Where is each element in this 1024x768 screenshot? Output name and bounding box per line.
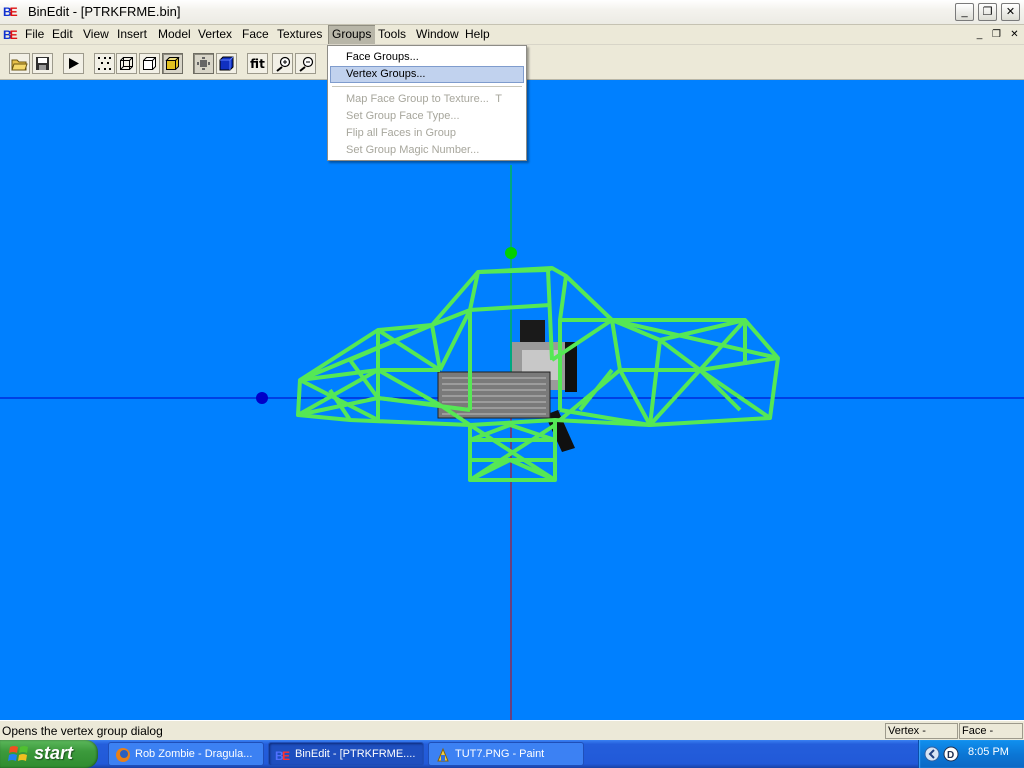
mdi-close-button[interactable]: ✕ — [1007, 28, 1022, 42]
mdi-minimize-button[interactable]: _ — [972, 28, 987, 42]
save-disk-icon — [36, 57, 49, 70]
firefox-icon — [116, 748, 130, 762]
menu-item-set-group-magic-number[interactable]: Set Group Magic Number... — [330, 142, 524, 159]
menu-window[interactable]: Window — [412, 25, 463, 44]
task-button-paint[interactable]: TUT7.PNG - Paint — [428, 742, 584, 766]
task-label: Rob Zombie - Dragula... — [135, 748, 253, 760]
open-button[interactable] — [9, 53, 30, 74]
tray-icons: D — [924, 746, 959, 762]
menu-separator — [332, 86, 522, 87]
task-label: BinEdit - [PTRKFRME.... — [295, 748, 416, 760]
close-button[interactable]: ✕ — [1001, 3, 1020, 21]
groups-menu-dropdown: Face Groups... Vertex Groups... Map Face… — [327, 45, 527, 161]
scene-canvas[interactable] — [0, 80, 1024, 720]
logo-e: E — [9, 28, 18, 42]
start-label: start — [34, 743, 74, 763]
flat-mode-button[interactable] — [139, 53, 160, 74]
menu-item-vertex-groups[interactable]: Vertex Groups... — [330, 66, 524, 83]
3d-viewport[interactable] — [0, 80, 1024, 720]
maximize-button[interactable]: ❐ — [978, 3, 997, 21]
zoom-in-icon — [275, 56, 290, 72]
x-axis-handle[interactable] — [256, 392, 268, 404]
clock: 8:05 PM — [968, 746, 1009, 758]
paint-icon — [437, 747, 449, 762]
menu-file[interactable]: File — [21, 25, 48, 44]
menu-model[interactable]: Model — [154, 25, 195, 44]
solid-cube-icon — [165, 57, 180, 70]
textured-cube-icon — [219, 56, 234, 71]
menu-item-label: Map Face Group to Texture... — [346, 93, 489, 105]
vertices-icon — [98, 57, 111, 70]
status-message: Opens the vertex group dialog — [2, 724, 163, 738]
open-folder-icon — [11, 59, 28, 71]
menu-item-set-group-face-type[interactable]: Set Group Face Type... — [330, 108, 524, 125]
zoom-out-button[interactable] — [295, 53, 316, 74]
menu-item-flip-all-faces-in-group[interactable]: Flip all Faces in Group — [330, 125, 524, 142]
task-button-binedit[interactable]: BE BinEdit - [PTRKFRME.... — [268, 742, 424, 766]
task-button-firefox[interactable]: Rob Zombie - Dragula... — [108, 742, 264, 766]
zoom-out-icon — [298, 56, 313, 72]
point-mode-icon — [197, 57, 210, 70]
vertices-mode-button[interactable] — [94, 53, 115, 74]
fit-label: fit — [250, 56, 265, 71]
app-logo-icon[interactable]: BE — [3, 4, 21, 20]
show-hidden-icons-icon — [924, 746, 940, 762]
logo-b: B — [3, 5, 12, 19]
taskbar: start Rob Zombie - Dragula... BE BinEdit… — [0, 740, 1024, 768]
menu-face[interactable]: Face — [238, 25, 273, 44]
mdi-document-icon[interactable]: BE — [3, 27, 21, 43]
window-title: BinEdit - [PTRKFRME.bin] — [28, 4, 181, 19]
mdi-restore-button[interactable]: ❐ — [989, 28, 1004, 42]
menu-view[interactable]: View — [79, 25, 113, 44]
textured-mode-button[interactable] — [216, 53, 237, 74]
menu-textures[interactable]: Textures — [273, 25, 326, 44]
menu-bar: BE File Edit View Insert Model Vertex Fa… — [0, 25, 1024, 45]
minimize-button[interactable]: _ — [955, 3, 974, 21]
menu-item-shortcut: T — [495, 93, 502, 105]
menu-item-map-face-group-to-texture[interactable]: Map Face Group to Texture... T — [330, 91, 524, 108]
task-label: TUT7.PNG - Paint — [455, 748, 545, 760]
menu-item-face-groups[interactable]: Face Groups... — [330, 49, 524, 66]
wireframe-cube-icon — [120, 57, 133, 70]
y-axis-handle[interactable] — [505, 247, 517, 259]
menu-vertex[interactable]: Vertex — [194, 25, 236, 44]
menu-groups[interactable]: Groups — [328, 25, 376, 44]
windows-flag-icon — [8, 746, 28, 761]
binedit-icon: BE — [275, 749, 290, 763]
vertex-status-pane: Vertex - None — [885, 723, 958, 751]
start-button[interactable]: start — [0, 740, 98, 768]
menu-help[interactable]: Help — [461, 25, 494, 44]
flat-cube-icon — [143, 57, 156, 70]
title-bar[interactable]: BE BinEdit - [PTRKFRME.bin] _ ❐ ✕ — [0, 0, 1024, 25]
svg-text:E: E — [282, 749, 290, 763]
status-bar: Opens the vertex group dialog Vertex - N… — [0, 720, 1024, 751]
svg-text:D: D — [947, 750, 954, 761]
menu-tools[interactable]: Tools — [374, 25, 410, 44]
save-button[interactable] — [32, 53, 53, 74]
play-button[interactable] — [63, 53, 84, 74]
point-mode-button[interactable] — [193, 53, 214, 74]
fit-button[interactable]: fit — [247, 53, 268, 74]
face-status-pane: Face - None — [959, 723, 1023, 751]
play-icon — [69, 58, 79, 69]
solid-mode-button[interactable] — [162, 53, 183, 74]
system-tray: D 8:05 PM — [918, 740, 1024, 768]
wireframe-mode-button[interactable] — [116, 53, 137, 74]
zoom-in-button[interactable] — [272, 53, 293, 74]
menu-edit[interactable]: Edit — [48, 25, 77, 44]
logo-b: B — [3, 28, 12, 42]
logo-e: E — [9, 5, 18, 19]
menu-insert[interactable]: Insert — [113, 25, 151, 44]
